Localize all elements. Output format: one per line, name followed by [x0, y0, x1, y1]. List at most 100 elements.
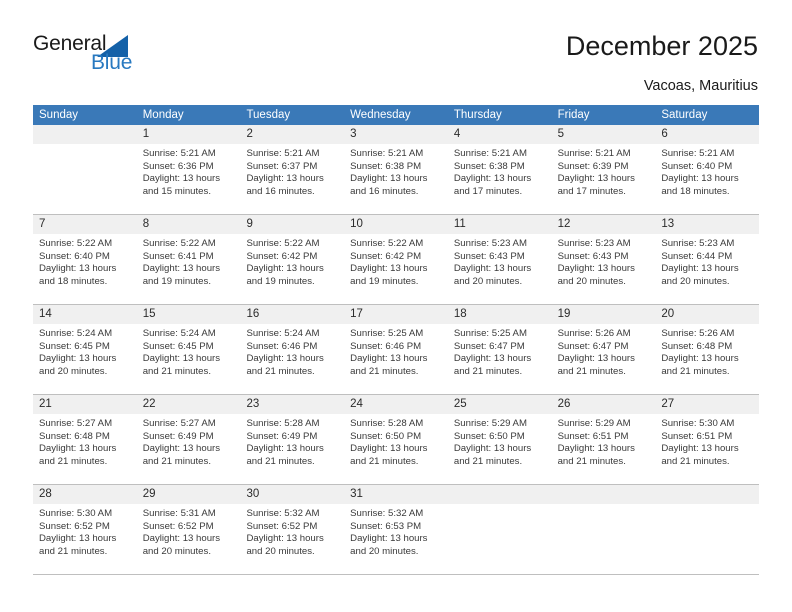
- calendar-day-cell[interactable]: 13 Sunrise: 5:23 AM Sunset: 6:44 PM Dayligh…: [655, 215, 760, 304]
- day-sun-info: Sunrise: 5:22 AM Sunset: 6:41 PM Daylight:…: [137, 234, 241, 288]
- sunset-text: Sunset: 6:49 PM: [142, 430, 214, 442]
- calendar-day-cell[interactable]: 24 Sunrise: 5:28 AM Sunset: 6:50 PM Dayligh…: [344, 395, 448, 484]
- calendar-day-cell-empty: [655, 485, 760, 574]
- day-number: 2: [240, 125, 345, 144]
- day-number: 7: [33, 215, 137, 234]
- calendar-day-cell[interactable]: 26 Sunrise: 5:29 AM Sunset: 6:51 PM Dayligh…: [551, 395, 656, 484]
- sunset-text: Sunset: 6:40 PM: [661, 160, 733, 172]
- sunrise-text: Sunrise: 5:30 AM: [39, 508, 113, 519]
- day-sun-info: Sunrise: 5:22 AM Sunset: 6:42 PM Daylight:…: [240, 234, 344, 288]
- calendar-day-cell[interactable]: 21 Sunrise: 5:27 AM Sunset: 6:48 PM Dayligh…: [33, 395, 137, 484]
- calendar-day-cell[interactable]: 9 Sunrise: 5:22 AM Sunset: 6:42 PM Daylight…: [240, 215, 345, 304]
- daylight-text-line2: and 20 minutes.: [453, 275, 523, 287]
- calendar-day-cell[interactable]: 1 Sunrise: 5:21 AM Sunset: 6:36 PM Daylight…: [136, 125, 241, 214]
- calendar-day-cell[interactable]: 12 Sunrise: 5:23 AM Sunset: 6:43 PM Dayligh…: [551, 215, 656, 304]
- sunset-text: Sunset: 6:50 PM: [350, 430, 422, 442]
- daylight-text-line1: Daylight: 13 hours: [39, 533, 117, 545]
- calendar-week-row: 7 Sunrise: 5:22 AM Sunset: 6:40 PM Daylight…: [33, 215, 760, 305]
- daylight-text-line2: and 17 minutes.: [557, 185, 626, 197]
- sunset-text: Sunset: 6:52 PM: [246, 520, 318, 532]
- day-sun-info: Sunrise: 5:27 AM Sunset: 6:48 PM Daylight:…: [33, 414, 137, 468]
- day-number: 28: [33, 485, 137, 504]
- day-number: 8: [136, 215, 241, 234]
- calendar-day-cell[interactable]: 28 Sunrise: 5:30 AM Sunset: 6:52 PM Dayligh…: [33, 485, 137, 574]
- calendar-day-cell[interactable]: 11 Sunrise: 5:23 AM Sunset: 6:43 PM Dayligh…: [447, 215, 552, 304]
- calendar-day-cell-empty: [551, 485, 656, 574]
- calendar-day-cell[interactable]: 5 Sunrise: 5:21 AM Sunset: 6:39 PM Daylight…: [551, 125, 656, 214]
- day-sun-info: Sunrise: 5:24 AM Sunset: 6:45 PM Daylight:…: [33, 324, 137, 378]
- calendar-day-cell[interactable]: 7 Sunrise: 5:22 AM Sunset: 6:40 PM Daylight…: [33, 215, 137, 304]
- daylight-text-line2: and 21 minutes.: [39, 545, 108, 557]
- day-number: 10: [344, 215, 448, 234]
- sunset-text: Sunset: 6:46 PM: [246, 340, 318, 352]
- sunrise-text: Sunrise: 5:25 AM: [453, 328, 527, 339]
- daylight-text-line2: and 20 minutes.: [39, 365, 108, 377]
- calendar-day-cell[interactable]: 16 Sunrise: 5:24 AM Sunset: 6:46 PM Dayligh…: [240, 305, 345, 394]
- sunrise-text: Sunrise: 5:27 AM: [142, 418, 216, 429]
- sunset-text: Sunset: 6:47 PM: [453, 340, 525, 352]
- daylight-text-line2: and 15 minutes.: [142, 185, 211, 197]
- sunset-text: Sunset: 6:43 PM: [557, 250, 629, 262]
- day-sun-info: Sunrise: 5:22 AM Sunset: 6:40 PM Daylight:…: [33, 234, 137, 288]
- calendar-week-row: 14 Sunrise: 5:24 AM Sunset: 6:45 PM Dayligh…: [33, 305, 760, 395]
- daylight-text-line2: and 16 minutes.: [350, 185, 419, 197]
- sunrise-text: Sunrise: 5:26 AM: [557, 328, 631, 339]
- calendar-day-cell[interactable]: 20 Sunrise: 5:26 AM Sunset: 6:48 PM Dayligh…: [655, 305, 760, 394]
- day-number: [551, 485, 656, 504]
- daylight-text-line2: and 18 minutes.: [39, 275, 108, 287]
- daylight-text-line1: Daylight: 13 hours: [142, 353, 221, 365]
- calendar-day-cell[interactable]: 10 Sunrise: 5:22 AM Sunset: 6:42 PM Dayligh…: [344, 215, 448, 304]
- daylight-text-line1: Daylight: 13 hours: [350, 263, 428, 275]
- day-sun-info: Sunrise: 5:32 AM Sunset: 6:52 PM Daylight:…: [240, 504, 344, 558]
- daylight-text-line2: and 21 minutes.: [557, 455, 626, 467]
- daylight-text-line1: Daylight: 13 hours: [557, 263, 635, 275]
- daylight-text-line1: Daylight: 13 hours: [246, 353, 324, 365]
- calendar-day-cell[interactable]: 3 Sunrise: 5:21 AM Sunset: 6:38 PM Daylight…: [344, 125, 448, 214]
- calendar-day-cell[interactable]: 22 Sunrise: 5:27 AM Sunset: 6:49 PM Dayligh…: [136, 395, 241, 484]
- sunset-text: Sunset: 6:37 PM: [246, 160, 318, 172]
- calendar-day-cell[interactable]: 27 Sunrise: 5:30 AM Sunset: 6:51 PM Dayligh…: [655, 395, 760, 484]
- calendar-day-cell[interactable]: 23 Sunrise: 5:28 AM Sunset: 6:49 PM Dayligh…: [240, 395, 345, 484]
- daylight-text-line1: Daylight: 13 hours: [453, 173, 532, 185]
- day-sun-info: Sunrise: 5:21 AM Sunset: 6:36 PM Daylight:…: [137, 144, 241, 198]
- calendar-day-cell[interactable]: 6 Sunrise: 5:21 AM Sunset: 6:40 PM Daylight…: [655, 125, 760, 214]
- calendar-day-cell[interactable]: 8 Sunrise: 5:22 AM Sunset: 6:41 PM Daylight…: [136, 215, 241, 304]
- calendar-weekday-header-row: Sunday Monday Tuesday Wednesday Thursday…: [33, 105, 759, 125]
- day-sun-info: Sunrise: 5:23 AM Sunset: 6:43 PM Daylight:…: [552, 234, 656, 288]
- daylight-text-line2: and 20 minutes.: [142, 545, 211, 557]
- calendar-day-cell[interactable]: 15 Sunrise: 5:24 AM Sunset: 6:45 PM Dayligh…: [136, 305, 241, 394]
- sunrise-text: Sunrise: 5:24 AM: [39, 328, 113, 339]
- calendar-day-cell[interactable]: 25 Sunrise: 5:29 AM Sunset: 6:50 PM Dayligh…: [447, 395, 552, 484]
- calendar-day-cell[interactable]: 19 Sunrise: 5:26 AM Sunset: 6:47 PM Dayligh…: [551, 305, 656, 394]
- sunset-text: Sunset: 6:48 PM: [39, 430, 110, 442]
- calendar-day-cell[interactable]: 2 Sunrise: 5:21 AM Sunset: 6:37 PM Daylight…: [240, 125, 345, 214]
- sunset-text: Sunset: 6:38 PM: [453, 160, 525, 172]
- day-sun-info: Sunrise: 5:21 AM Sunset: 6:40 PM Daylight:…: [655, 144, 759, 198]
- day-number: 5: [551, 125, 656, 144]
- generalblue-logo[interactable]: General Blue: [33, 32, 163, 80]
- sunrise-text: Sunrise: 5:26 AM: [661, 328, 735, 339]
- daylight-text-line2: and 19 minutes.: [142, 275, 211, 287]
- day-number: 12: [551, 215, 656, 234]
- daylight-text-line2: and 21 minutes.: [557, 365, 626, 377]
- calendar-day-cell[interactable]: 17 Sunrise: 5:25 AM Sunset: 6:46 PM Dayligh…: [344, 305, 448, 394]
- sunrise-text: Sunrise: 5:21 AM: [246, 148, 320, 159]
- weekday-header-tuesday: Tuesday: [246, 109, 291, 121]
- calendar-day-cell[interactable]: 14 Sunrise: 5:24 AM Sunset: 6:45 PM Dayligh…: [33, 305, 137, 394]
- calendar-day-cell[interactable]: 4 Sunrise: 5:21 AM Sunset: 6:38 PM Daylight…: [447, 125, 552, 214]
- day-number: 26: [551, 395, 656, 414]
- sunset-text: Sunset: 6:40 PM: [39, 250, 110, 262]
- calendar-day-cell[interactable]: 18 Sunrise: 5:25 AM Sunset: 6:47 PM Dayligh…: [447, 305, 552, 394]
- sunrise-text: Sunrise: 5:22 AM: [350, 238, 424, 249]
- calendar-day-cell[interactable]: 31 Sunrise: 5:32 AM Sunset: 6:53 PM Dayligh…: [344, 485, 448, 574]
- daylight-text-line1: Daylight: 13 hours: [246, 173, 324, 185]
- daylight-text-line2: and 20 minutes.: [246, 545, 315, 557]
- calendar-day-cell[interactable]: 29 Sunrise: 5:31 AM Sunset: 6:52 PM Dayligh…: [136, 485, 241, 574]
- calendar-day-cell[interactable]: 30 Sunrise: 5:32 AM Sunset: 6:52 PM Dayligh…: [240, 485, 345, 574]
- sunrise-text: Sunrise: 5:29 AM: [557, 418, 631, 429]
- calendar-week-row: 21 Sunrise: 5:27 AM Sunset: 6:48 PM Dayligh…: [33, 395, 760, 485]
- sunset-text: Sunset: 6:50 PM: [453, 430, 525, 442]
- day-sun-info: Sunrise: 5:26 AM Sunset: 6:47 PM Daylight:…: [552, 324, 656, 378]
- sunrise-text: Sunrise: 5:32 AM: [350, 508, 424, 519]
- daylight-text-line2: and 20 minutes.: [350, 545, 419, 557]
